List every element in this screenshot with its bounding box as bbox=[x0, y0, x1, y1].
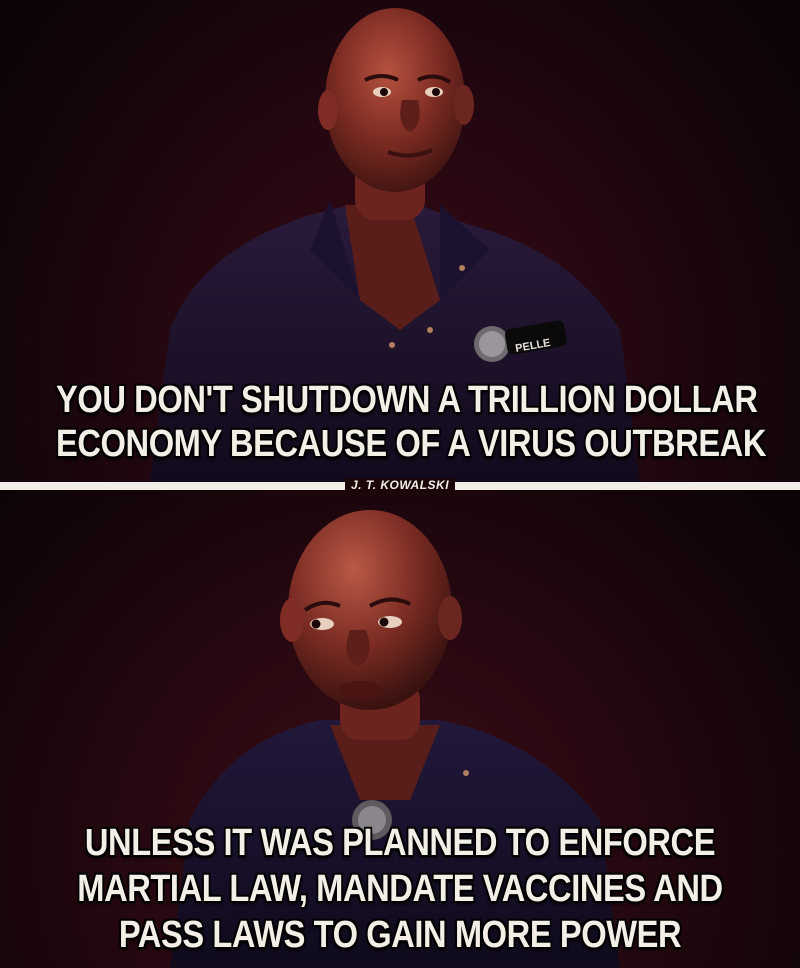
watermark-text: J. T. KOWALSKI bbox=[344, 478, 456, 492]
bottom-panel: UNLESS IT WAS PLANNED TO ENFORCE MARTIAL… bbox=[0, 490, 800, 968]
meme-image: PELLE YOU DON'T SHUTDOWN A TRILLION DOLL… bbox=[0, 0, 800, 968]
bottom-caption-line: MARTIAL LAW, MANDATE VACCINES AND bbox=[77, 868, 723, 910]
top-caption: YOU DON'T SHUTDOWN A TRILLION DOLLAR ECO… bbox=[56, 378, 767, 466]
top-caption-line: ECONOMY BECAUSE OF A VIRUS OUTBREAK bbox=[56, 423, 767, 465]
bottom-caption-line: PASS LAWS TO GAIN MORE POWER bbox=[118, 914, 682, 956]
watermark: J. T. KOWALSKI bbox=[0, 476, 800, 494]
bottom-caption-line: UNLESS IT WAS PLANNED TO ENFORCE bbox=[84, 822, 716, 864]
bottom-caption: UNLESS IT WAS PLANNED TO ENFORCE MARTIAL… bbox=[56, 820, 744, 958]
top-panel: PELLE YOU DON'T SHUTDOWN A TRILLION DOLL… bbox=[0, 0, 800, 482]
top-caption-line: YOU DON'T SHUTDOWN A TRILLION DOLLAR bbox=[56, 379, 758, 421]
